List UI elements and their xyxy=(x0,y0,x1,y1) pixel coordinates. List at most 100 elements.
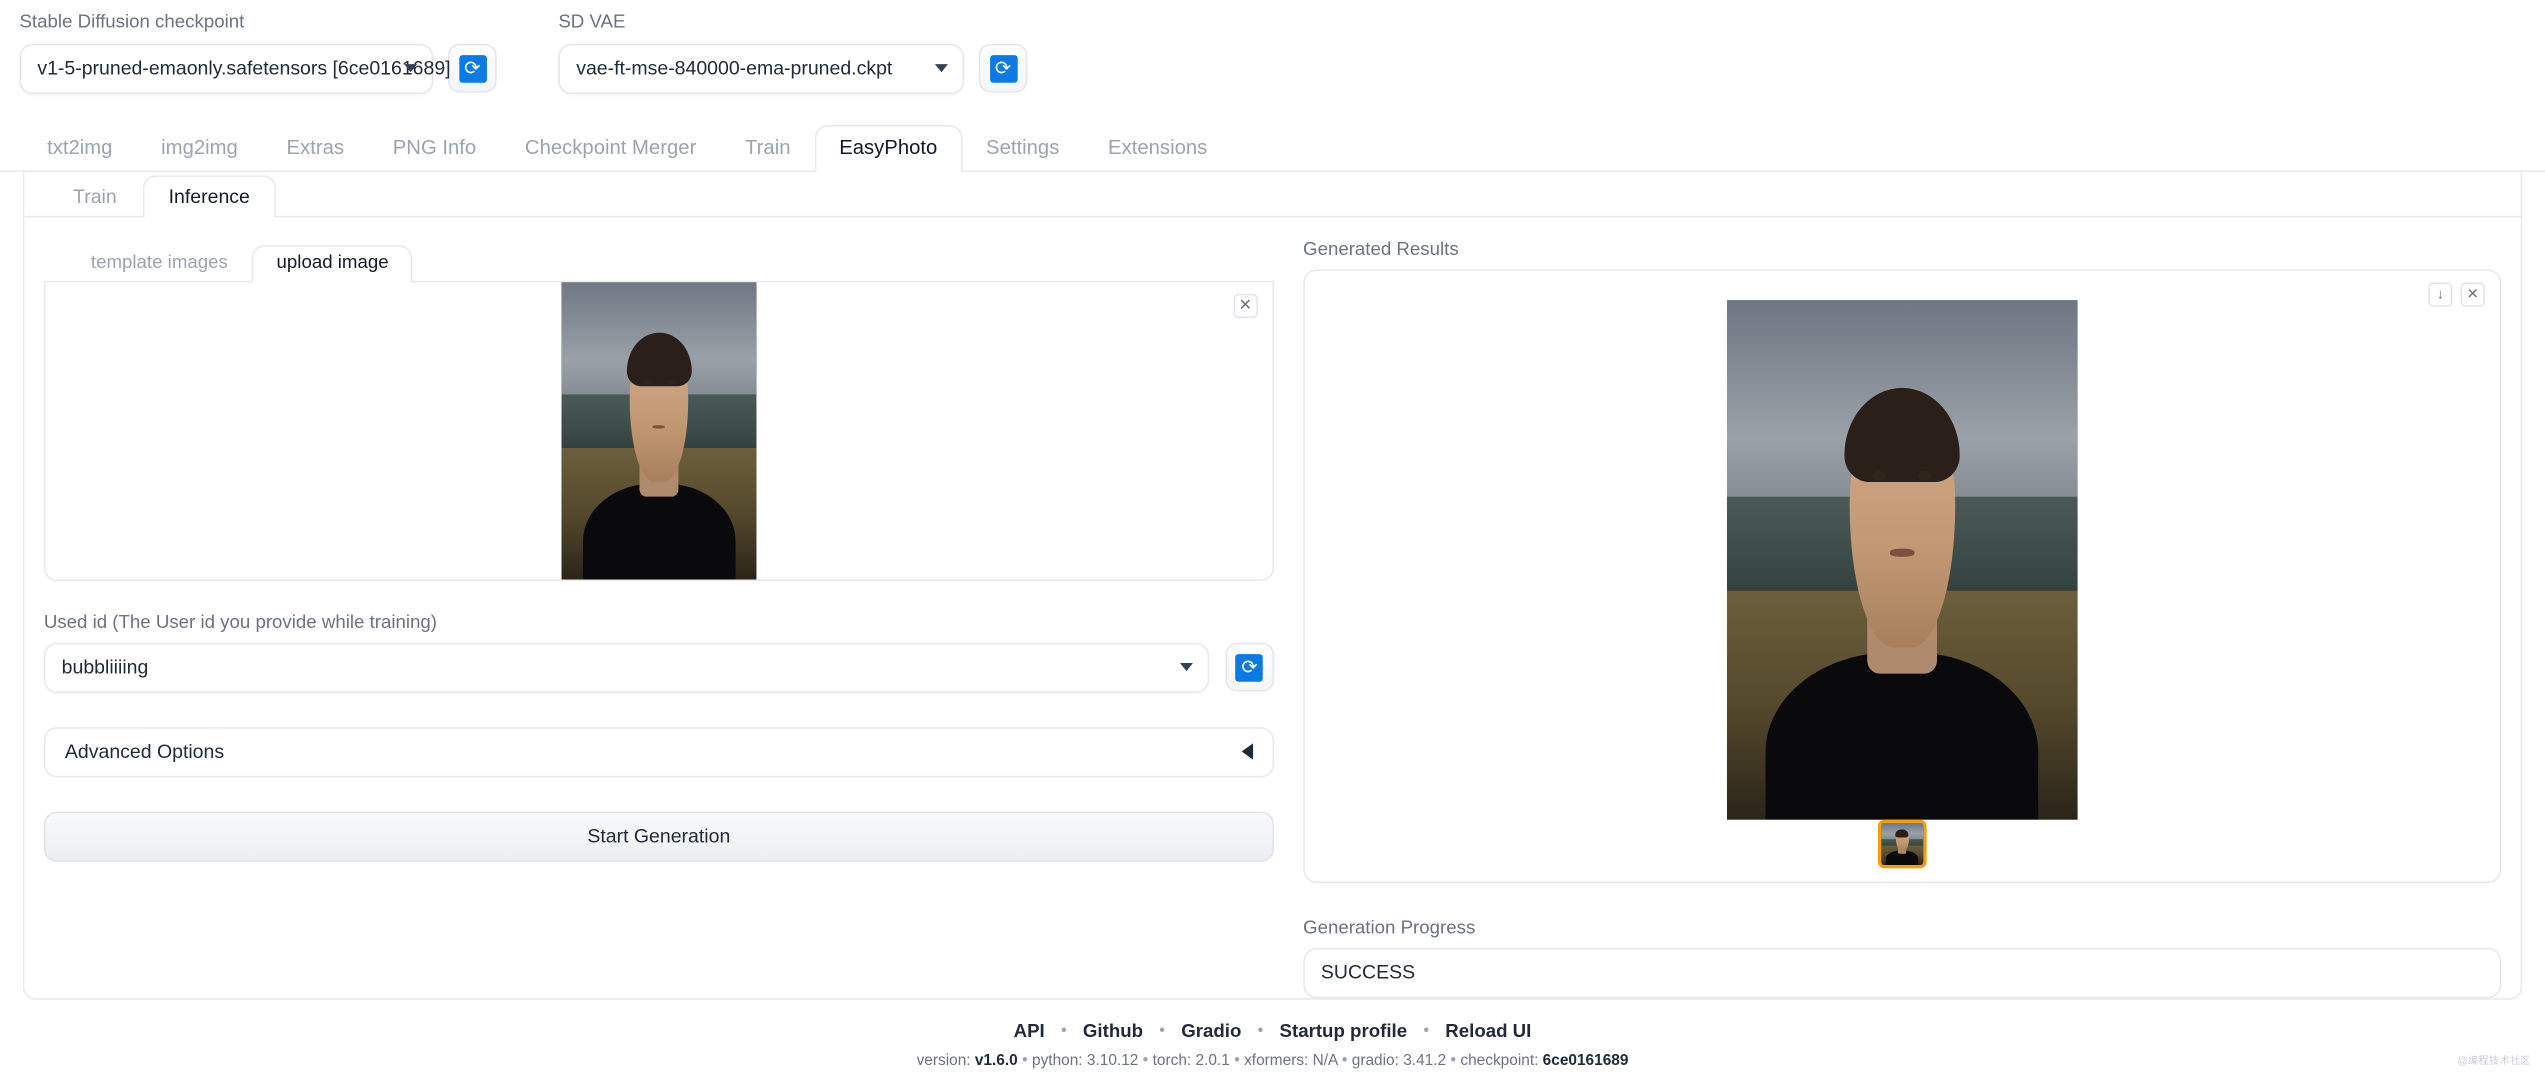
gradio-value: 3.41.2 xyxy=(1403,1051,1447,1070)
refresh-icon: ⟳ xyxy=(989,54,1017,83)
upload-image-dropzone[interactable]: ✕ xyxy=(43,282,1274,581)
tab-label: Extensions xyxy=(1108,137,1208,160)
tab-label: txt2img xyxy=(47,137,113,160)
separator-dot: • xyxy=(1142,1051,1149,1070)
version-key: version: xyxy=(916,1051,971,1070)
easyphoto-panel: Train Inference template images upload i… xyxy=(22,171,2523,1000)
inference-right-column: Generated Results ↓ ✕ Generation Progres… xyxy=(1303,239,2502,998)
vae-refresh-button[interactable]: ⟳ xyxy=(978,44,1028,93)
portrait-brow-right xyxy=(666,372,677,376)
used-id-label: Used id (The User id you provide while t… xyxy=(43,613,438,633)
checkpoint-select[interactable]: v1-5-pruned-emaonly.safetensors [6ce0161… xyxy=(19,43,451,94)
generated-results-gallery: ↓ ✕ xyxy=(1303,269,2502,883)
generation-progress-value: SUCCESS xyxy=(1320,961,1416,985)
footer-link-reload-ui[interactable]: Reload UI xyxy=(1445,1022,1531,1041)
tab-label: EasyPhoto xyxy=(839,137,938,160)
app-root: Stable Diffusion checkpoint v1-5-pruned-… xyxy=(0,0,2545,1073)
triangle-left-icon xyxy=(1241,743,1253,761)
checkpoint-value: v1-5-pruned-emaonly.safetensors [6ce0161… xyxy=(37,57,451,81)
generated-result-image[interactable] xyxy=(1726,299,2078,820)
separator-dot: • xyxy=(1159,1023,1165,1041)
inference-left-column: template images upload image ✕ Used id (… xyxy=(43,240,1274,998)
imgtab-template-images[interactable]: template images xyxy=(67,245,253,282)
checkpoint-label: Stable Diffusion checkpoint xyxy=(19,12,245,33)
gallery-toolbar: ↓ ✕ xyxy=(2428,282,2485,307)
portrait-brow-right xyxy=(1915,458,1935,465)
tab-label: PNG Info xyxy=(392,137,477,160)
footer-link-github[interactable]: Github xyxy=(1083,1022,1143,1041)
tab-png-info[interactable]: PNG Info xyxy=(368,126,500,172)
start-generation-button[interactable]: Start Generation xyxy=(43,811,1274,862)
tab-easyphoto[interactable]: EasyPhoto xyxy=(814,125,962,172)
subtab-label: Train xyxy=(73,184,117,208)
separator-dot: • xyxy=(1022,1051,1028,1070)
tab-label: Settings xyxy=(986,137,1060,160)
subtab-train[interactable]: Train xyxy=(47,175,143,217)
gradio-key: gradio: xyxy=(1351,1051,1399,1070)
used-id-refresh-button[interactable]: ⟳ xyxy=(1225,643,1274,692)
tab-label: Extras xyxy=(286,137,345,160)
close-icon[interactable]: ✕ xyxy=(2460,282,2485,307)
torch-value: 2.0.1 xyxy=(1195,1051,1230,1070)
used-id-value: bubbliiiing xyxy=(61,656,149,679)
tab-checkpoint-merger[interactable]: Checkpoint Merger xyxy=(501,126,721,172)
xformers-key: xformers: xyxy=(1244,1051,1309,1070)
separator-dot: • xyxy=(1234,1051,1240,1070)
checkpoint-key: checkpoint: xyxy=(1460,1051,1539,1070)
tab-txt2img[interactable]: txt2img xyxy=(23,126,137,172)
checkpoint-refresh-button[interactable]: ⟳ xyxy=(447,44,497,93)
portrait-brow-left xyxy=(640,372,652,376)
watermark: @编程技术社区 xyxy=(2457,1056,2531,1067)
portrait-torso xyxy=(582,484,735,580)
gallery-thumbnail[interactable] xyxy=(1877,819,1927,869)
generated-results-label: Generated Results xyxy=(1303,239,1459,260)
checkpoint-row: v1-5-pruned-emaonly.safetensors [6ce0161… xyxy=(19,43,497,94)
footer-link-api[interactable]: API xyxy=(1014,1022,1045,1041)
main-tab-bar: txt2img img2img Extras PNG Info Checkpoi… xyxy=(0,123,2545,172)
subtab-label: Inference xyxy=(168,184,250,208)
refresh-icon: ⟳ xyxy=(458,54,487,83)
uploaded-portrait-image xyxy=(561,282,757,580)
vae-value: vae-ft-mse-840000-ema-pruned.ckpt xyxy=(576,57,893,81)
imgtab-upload-image[interactable]: upload image xyxy=(252,244,413,283)
easyphoto-sub-tab-bar: Train Inference xyxy=(24,172,2521,218)
generation-progress-field[interactable]: SUCCESS xyxy=(1303,947,2502,998)
portrait-brow-left xyxy=(1869,458,1890,465)
image-source-tab-bar: template images upload image xyxy=(43,240,1274,283)
python-value: 3.10.12 xyxy=(1086,1051,1139,1070)
imgtab-label: upload image xyxy=(276,252,389,273)
used-id-select[interactable]: bubbliiiing xyxy=(43,642,1209,693)
imgtab-label: template images xyxy=(90,252,228,273)
separator-dot: • xyxy=(1341,1051,1348,1070)
tab-img2img[interactable]: img2img xyxy=(137,126,262,172)
close-icon[interactable]: ✕ xyxy=(1233,293,1258,318)
separator-dot: • xyxy=(1423,1023,1430,1041)
download-icon[interactable]: ↓ xyxy=(2428,282,2453,307)
footer-link-startup-profile[interactable]: Startup profile xyxy=(1280,1022,1408,1041)
portrait-torso xyxy=(1885,851,1919,865)
refresh-icon: ⟳ xyxy=(1235,653,1264,682)
chevron-down-icon xyxy=(404,64,418,73)
vae-row: vae-ft-mse-840000-ema-pruned.ckpt ⟳ xyxy=(558,43,1028,94)
python-key: python: xyxy=(1032,1051,1083,1070)
tab-extras[interactable]: Extras xyxy=(262,126,368,172)
vae-select[interactable]: vae-ft-mse-840000-ema-pruned.ckpt xyxy=(558,43,965,94)
footer-link-gradio[interactable]: Gradio xyxy=(1181,1022,1241,1041)
chevron-down-icon xyxy=(934,64,948,73)
version-value: v1.6.0 xyxy=(974,1051,1018,1070)
inference-columns: template images upload image ✕ Used id (… xyxy=(24,217,2520,1017)
checkpoint-toolbar: Stable Diffusion checkpoint v1-5-pruned-… xyxy=(0,0,2545,104)
separator-dot: • xyxy=(1257,1023,1264,1041)
advanced-options-accordion[interactable]: Advanced Options xyxy=(43,726,1274,778)
subtab-inference[interactable]: Inference xyxy=(142,174,276,218)
generation-progress-label: Generation Progress xyxy=(1303,918,1476,938)
chevron-down-icon xyxy=(1179,663,1193,672)
tab-train[interactable]: Train xyxy=(721,126,815,172)
tab-extensions[interactable]: Extensions xyxy=(1084,126,1232,172)
separator-dot: • xyxy=(1060,1023,1067,1041)
tab-settings[interactable]: Settings xyxy=(962,126,1084,172)
checkpoint-field-group: Stable Diffusion checkpoint v1-5-pruned-… xyxy=(19,12,497,94)
footer: API • Github • Gradio • Startup profile … xyxy=(0,1022,2545,1069)
generation-progress-block: Generation Progress SUCCESS xyxy=(1303,918,2502,998)
vae-label: SD VAE xyxy=(558,12,626,33)
